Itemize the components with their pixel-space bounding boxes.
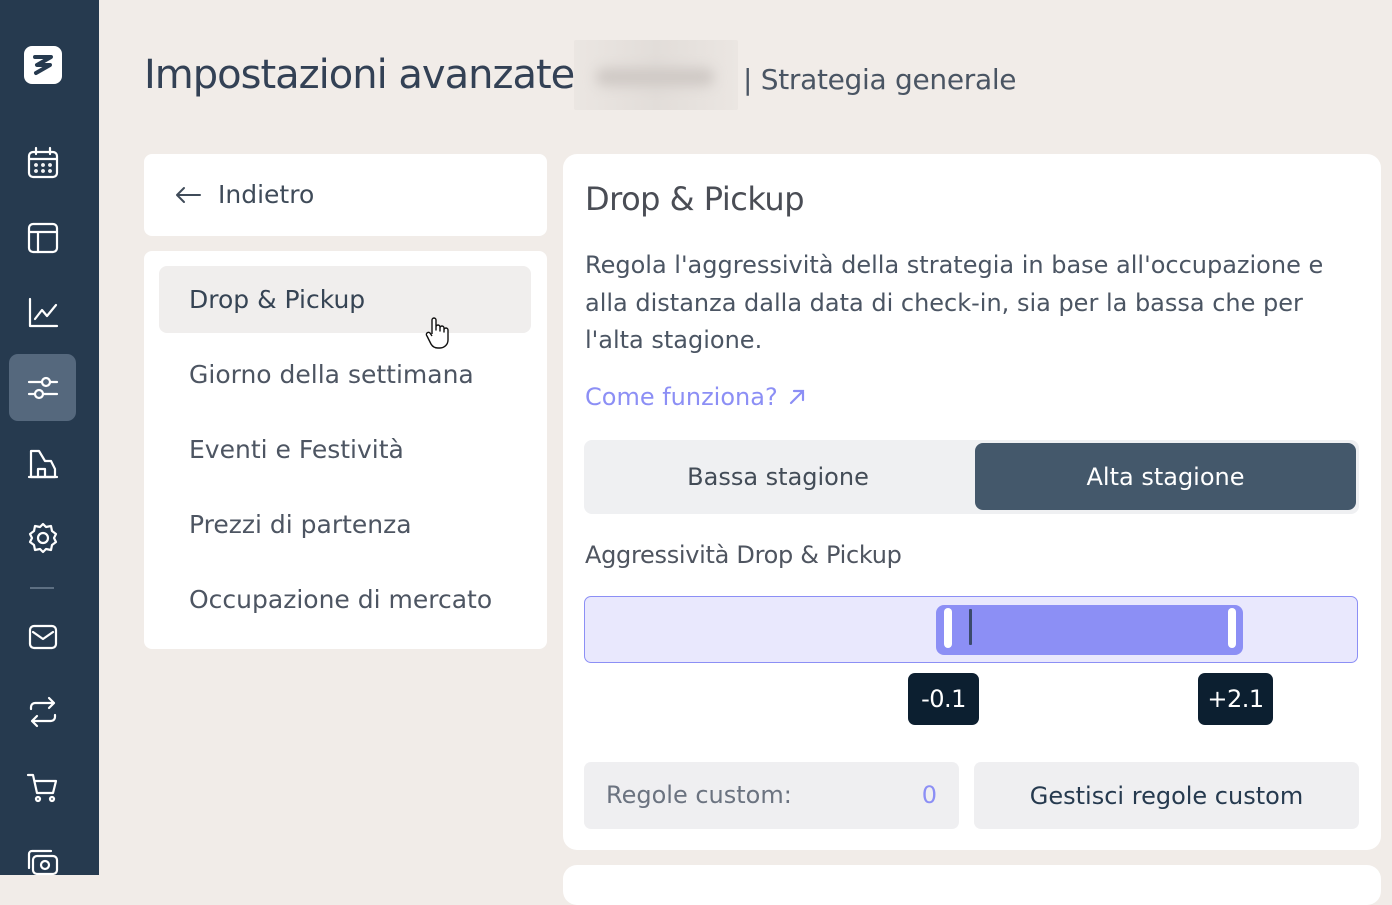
link-label: Come funziona? bbox=[585, 383, 778, 411]
settings-menu: Drop & Pickup Giorno della settimana Eve… bbox=[144, 251, 547, 649]
chart-line-icon[interactable] bbox=[9, 279, 76, 346]
custom-rules-count: 0 bbox=[921, 781, 937, 809]
sidebar-rail bbox=[0, 0, 99, 875]
layout-icon[interactable] bbox=[9, 204, 76, 271]
cart-icon[interactable] bbox=[9, 753, 76, 820]
panel-title: Drop & Pickup bbox=[585, 180, 805, 218]
drop-pickup-panel: Drop & Pickup Regola l'aggressività dell… bbox=[563, 154, 1381, 850]
rail-divider bbox=[30, 587, 54, 589]
slider-min-value: -0.1 bbox=[908, 673, 979, 725]
how-it-works-link[interactable]: Come funziona? bbox=[585, 383, 806, 411]
slider-min-handle[interactable] bbox=[944, 608, 952, 648]
arrow-left-icon bbox=[176, 186, 201, 203]
menu-item-market-occupancy[interactable]: Occupazione di mercato bbox=[159, 566, 531, 633]
mail-icon[interactable] bbox=[9, 603, 76, 670]
custom-rules-summary: Regole custom: 0 bbox=[584, 762, 959, 829]
slider-max-handle[interactable] bbox=[1228, 608, 1236, 648]
menu-item-label: Eventi e Festività bbox=[189, 435, 404, 464]
slider-label: Aggressività Drop & Pickup bbox=[585, 541, 902, 569]
panel-description: Regola l'aggressività della strategia in… bbox=[585, 251, 1324, 354]
menu-item-label: Drop & Pickup bbox=[189, 285, 366, 314]
repeat-icon[interactable] bbox=[9, 678, 76, 745]
menu-item-label: Occupazione di mercato bbox=[189, 585, 493, 614]
manage-custom-rules-button[interactable]: Gestisci regole custom bbox=[974, 762, 1359, 829]
tab-low-season[interactable]: Bassa stagione bbox=[587, 443, 969, 510]
back-label: Indietro bbox=[218, 180, 315, 209]
logo-icon[interactable] bbox=[9, 31, 76, 98]
slider-zero-marker bbox=[969, 609, 972, 645]
menu-item-label: Prezzi di partenza bbox=[189, 510, 412, 539]
aggressiveness-slider[interactable] bbox=[584, 596, 1358, 663]
gear-icon[interactable] bbox=[9, 504, 76, 571]
menu-item-label: Giorno della settimana bbox=[189, 360, 474, 389]
season-toggle: Bassa stagione Alta stagione bbox=[584, 440, 1359, 514]
next-panel bbox=[563, 865, 1381, 905]
money-icon[interactable] bbox=[9, 828, 76, 895]
page-title: Impostazioni avanzate bbox=[144, 52, 575, 98]
menu-item-events[interactable]: Eventi e Festività bbox=[159, 416, 531, 483]
back-button[interactable]: Indietro bbox=[174, 180, 314, 209]
slider-range bbox=[936, 605, 1243, 655]
menu-item-weekday[interactable]: Giorno della settimana bbox=[159, 341, 531, 408]
tab-high-season[interactable]: Alta stagione bbox=[975, 443, 1356, 510]
sliders-icon[interactable] bbox=[9, 354, 76, 421]
property-name-redacted bbox=[574, 40, 738, 110]
external-arrow-icon bbox=[789, 389, 804, 405]
menu-item-base-prices[interactable]: Prezzi di partenza bbox=[159, 491, 531, 558]
slider-max-value: +2.1 bbox=[1198, 673, 1273, 725]
back-card: Indietro bbox=[144, 154, 547, 236]
calendar-icon[interactable] bbox=[9, 129, 76, 196]
page-subtitle: | Strategia generale bbox=[743, 63, 1017, 96]
menu-item-drop-pickup[interactable]: Drop & Pickup bbox=[159, 266, 531, 349]
custom-rules-label: Regole custom: bbox=[606, 781, 792, 809]
building-icon[interactable] bbox=[9, 429, 76, 496]
